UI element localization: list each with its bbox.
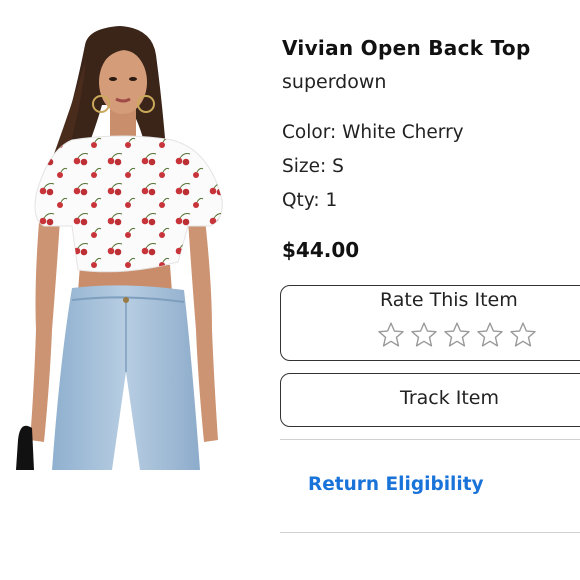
rate-item-panel: Rate This Item xyxy=(280,285,580,361)
product-qty: Qty: 1 xyxy=(282,190,338,211)
product-color: Color: White Cherry xyxy=(282,122,464,143)
track-item-button[interactable]: Track Item xyxy=(280,373,580,427)
product-title: Vivian Open Back Top xyxy=(282,36,531,60)
return-eligibility-link[interactable]: Return Eligibility xyxy=(308,474,484,495)
divider xyxy=(280,532,580,533)
product-image xyxy=(0,0,262,470)
product-brand: superdown xyxy=(282,71,387,93)
track-item-label: Track Item xyxy=(400,387,500,409)
product-price: $44.00 xyxy=(282,238,360,262)
star-icon[interactable] xyxy=(443,321,471,349)
star-rating xyxy=(377,321,537,349)
star-icon[interactable] xyxy=(509,321,537,349)
rate-item-label: Rate This Item xyxy=(380,289,518,311)
star-icon[interactable] xyxy=(476,321,504,349)
product-size: Size: S xyxy=(282,156,344,177)
divider xyxy=(280,439,580,440)
star-icon[interactable] xyxy=(410,321,438,349)
star-icon[interactable] xyxy=(377,321,405,349)
